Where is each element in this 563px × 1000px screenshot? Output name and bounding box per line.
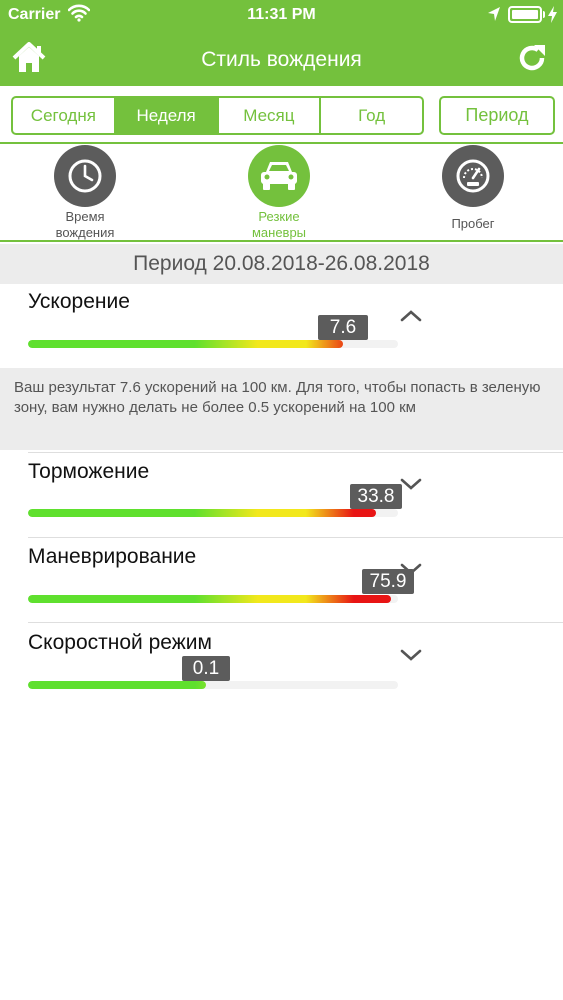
metric-maneuvering[interactable]: Маневрирование 75.9 [0,545,563,621]
metric-name: Ускорение [28,290,130,313]
metric-gauge-fill [28,595,391,603]
modes-divider [0,240,563,242]
mode-label-line1: Резкие [258,209,300,224]
mode-harsh-maneuvers[interactable]: Резкие маневры [214,145,344,241]
speedometer-icon [442,145,504,207]
metric-value-tag: 0.1 [182,656,230,681]
mode-driving-time[interactable]: Время вождения [20,145,150,241]
metric-acceleration[interactable]: Ускорение 7.6 [0,290,563,368]
metric-value-tag: 75.9 [362,569,414,594]
mode-mileage[interactable]: Пробег [408,145,538,232]
battery-icon [508,6,542,23]
nav-bar: Стиль вождения [0,30,563,86]
metric-value-tag: 33.8 [350,484,402,509]
metric-gauge [28,595,398,603]
clock-icon [54,145,116,207]
tab-week[interactable]: Неделя [115,98,219,133]
metric-gauge-fill [28,509,376,517]
tab-today[interactable]: Сегодня [13,98,116,133]
clock-time: 11:31 PM [247,6,316,23]
metric-name: Скоростной режим [28,631,212,654]
list-separator [28,537,563,538]
metric-gauge [28,509,398,517]
tab-month[interactable]: Месяц [219,98,322,133]
charging-bolt-icon [548,6,557,28]
mode-label-line2: вождения [55,225,115,240]
metric-value-tag: 7.6 [318,315,368,340]
list-separator [28,452,563,453]
refresh-icon[interactable] [516,42,548,74]
metric-gauge-fill [28,340,343,348]
car-icon [248,145,310,207]
top-divider [0,142,563,144]
metric-name: Торможение [28,460,150,483]
metric-speed-mode[interactable]: Скоростной режим 0.1 [0,631,563,707]
chevron-down-icon[interactable] [399,647,423,663]
metric-gauge-fill [28,681,206,689]
mode-label-line1: Пробег [451,216,495,231]
period-range-label: Период 20.08.2018-26.08.2018 [0,244,563,284]
location-arrow-icon [487,6,501,27]
page-title: Стиль вождения [201,48,362,71]
status-bar: Carrier 11:31 PM [0,0,563,30]
battery-tip [543,11,545,18]
mode-label-line2: маневры [251,225,307,240]
metric-info-text: Ваш результат 7.6 ускорений на 100 км. Д… [0,368,563,450]
chevron-down-icon[interactable] [399,476,423,492]
chevron-up-icon[interactable] [399,308,423,324]
mode-label-line1: Время [65,209,105,224]
list-separator [28,622,563,623]
period-button[interactable]: Период [439,96,555,135]
range-segmented-control: Сегодня Неделя Месяц Год [11,96,424,135]
metric-name: Маневрирование [28,545,197,568]
metric-braking[interactable]: Торможение 33.8 [0,460,563,536]
metric-gauge [28,681,398,689]
metric-gauge [28,340,398,348]
tab-year[interactable]: Год [321,98,422,133]
